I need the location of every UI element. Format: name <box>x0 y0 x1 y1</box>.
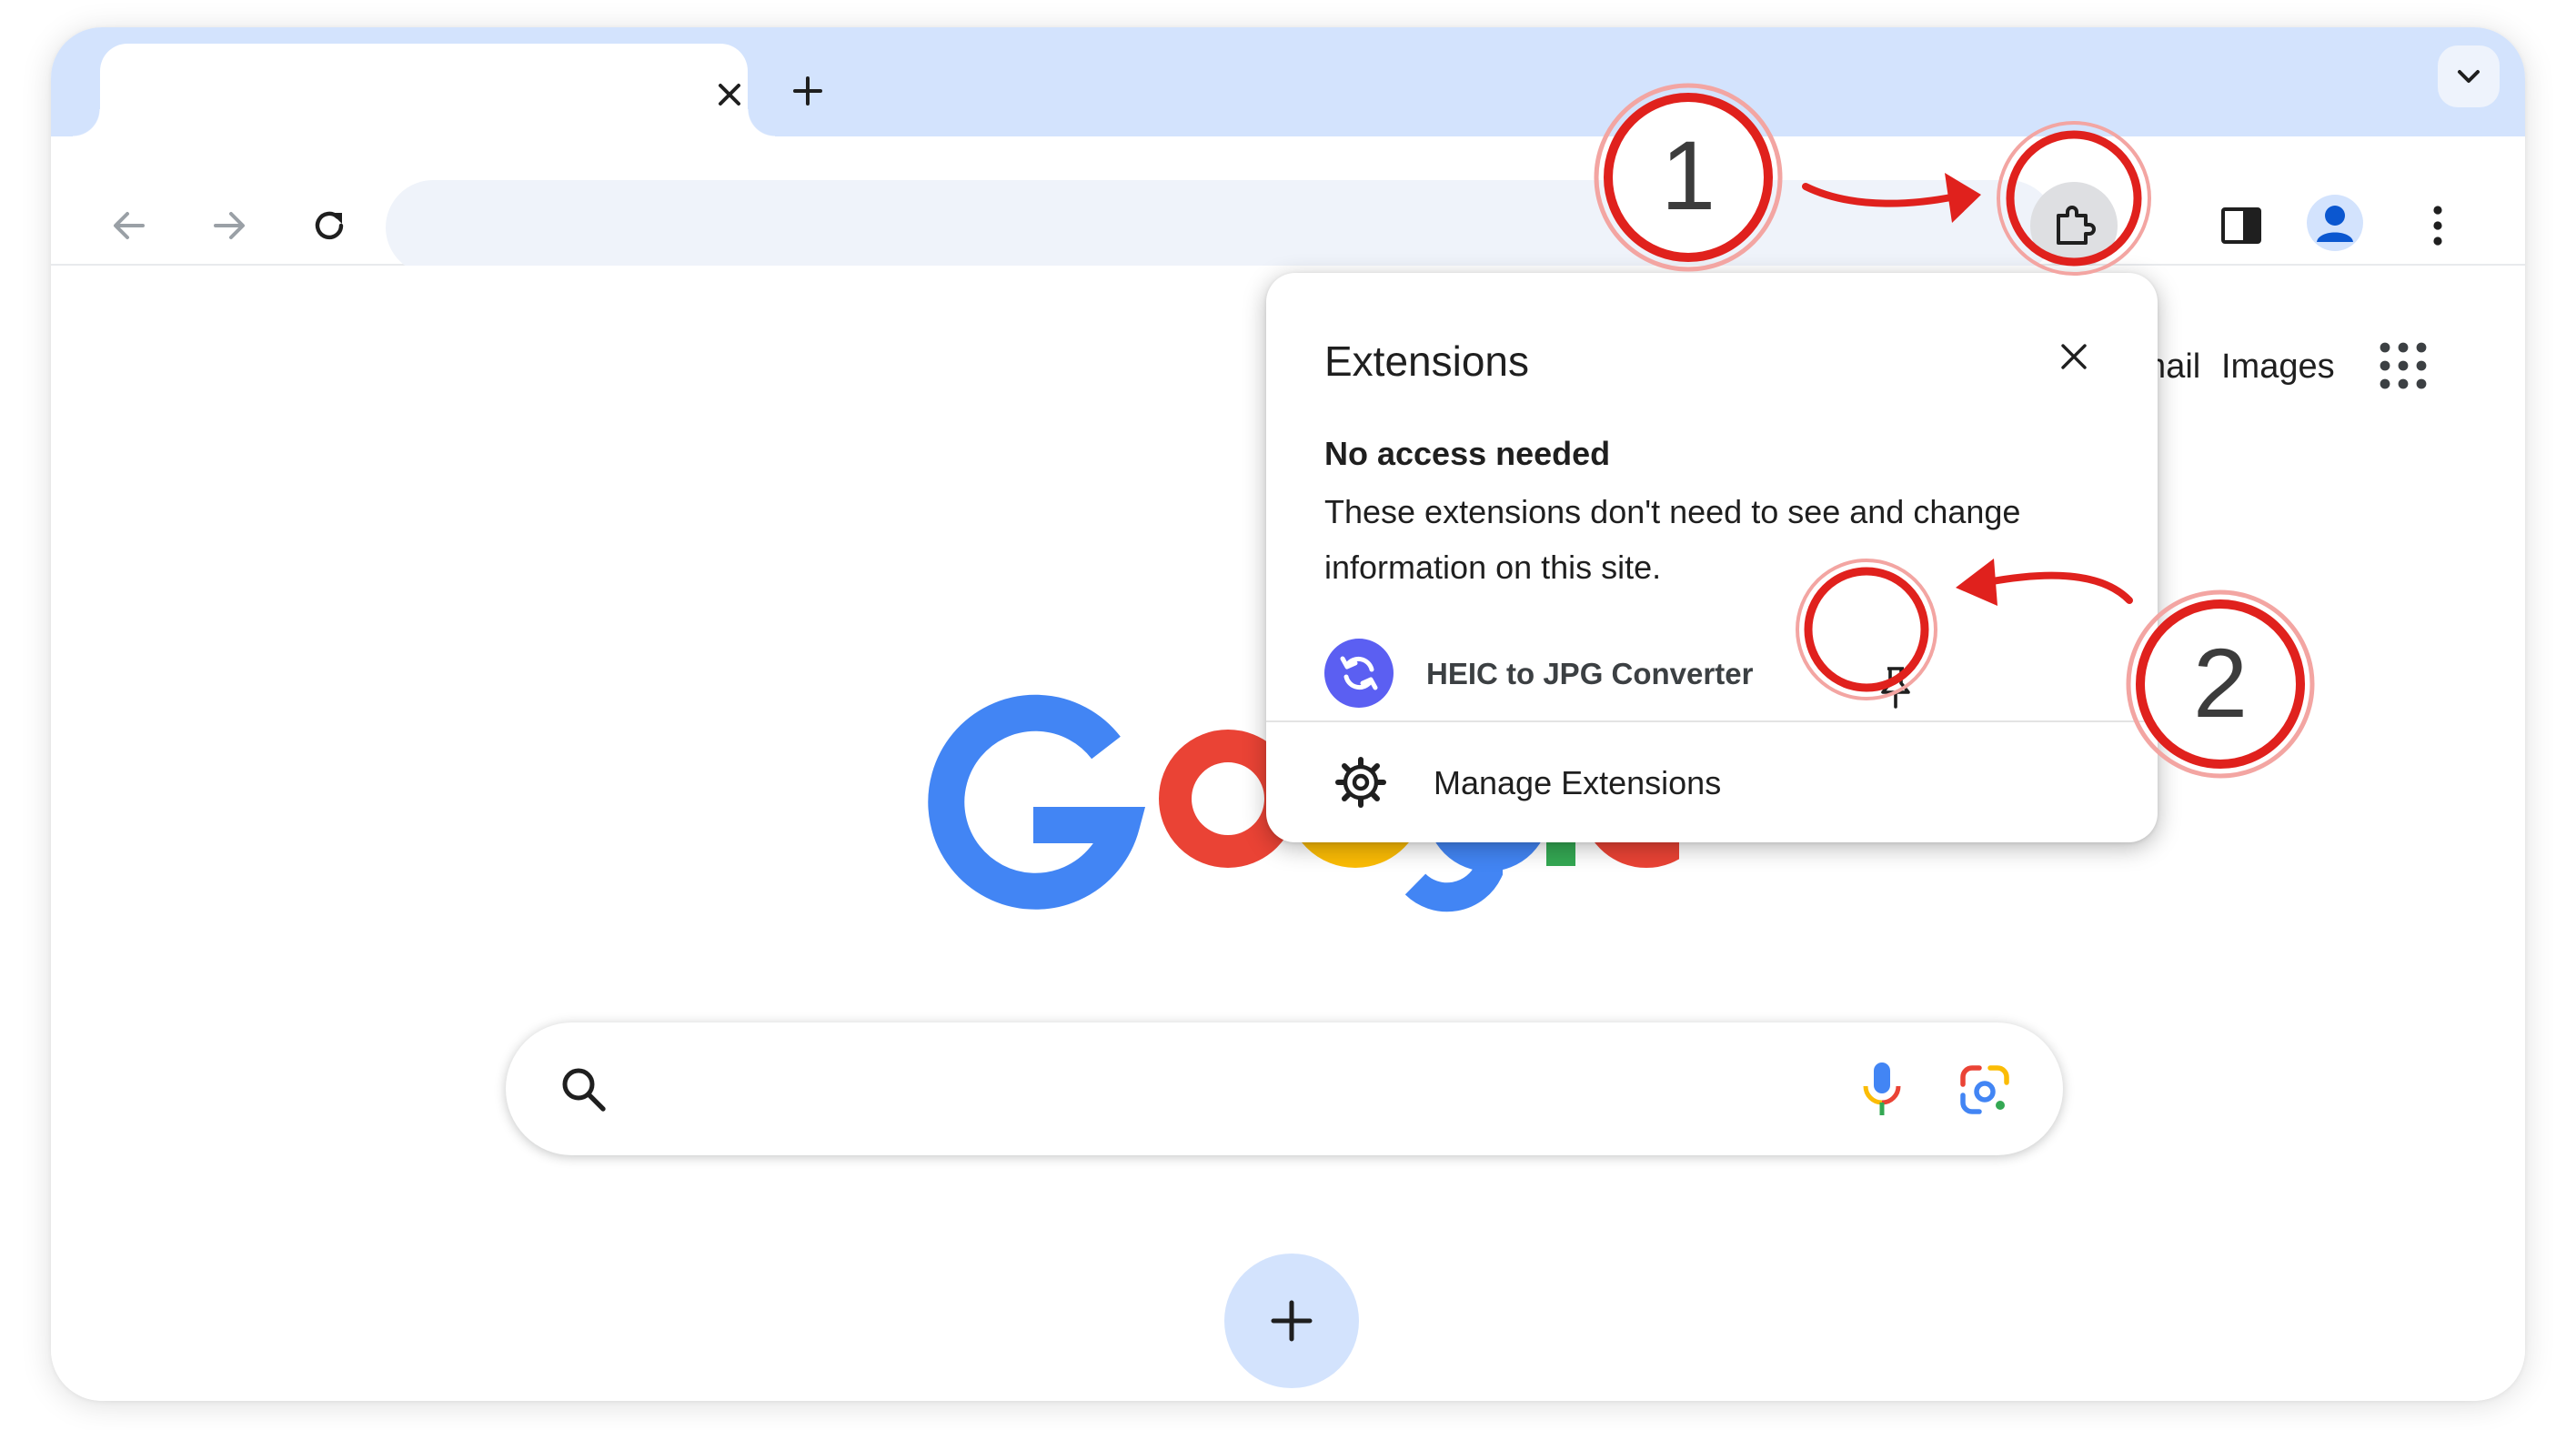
forward-arrow-icon <box>214 212 245 239</box>
close-icon <box>719 84 740 106</box>
extension-item[interactable]: HEIC to JPG Converter <box>1266 619 2158 739</box>
apps-grid-icon[interactable] <box>2380 342 2427 389</box>
plus-icon <box>793 76 822 106</box>
extensions-button[interactable] <box>2030 182 2118 269</box>
chevron-down-icon <box>2458 70 2480 83</box>
toolbar <box>51 136 2525 275</box>
extension-name: HEIC to JPG Converter <box>1426 657 1754 690</box>
pin-icon <box>1881 667 1910 709</box>
extensions-menu-title: Extensions <box>1324 337 1530 385</box>
gear-icon <box>1335 757 1386 808</box>
extension-logo <box>1324 639 1394 708</box>
extensions-menu: Extensions No access needed These extens… <box>1266 273 2158 842</box>
kebab-menu-icon <box>2433 206 2442 246</box>
browser-tab[interactable] <box>73 44 775 136</box>
reload-button[interactable] <box>295 191 364 260</box>
section-description: These extensions don't need to see and c… <box>1324 493 2021 586</box>
sync-icon <box>1340 656 1378 690</box>
profile-button[interactable] <box>2307 195 2363 251</box>
back-button[interactable] <box>95 191 164 260</box>
microphone-icon[interactable] <box>1861 1059 1903 1119</box>
extensions-menu-close-button[interactable] <box>2047 329 2101 384</box>
side-panel-button[interactable] <box>2207 191 2276 260</box>
manage-extensions-item[interactable]: Manage Extensions <box>1266 722 2158 842</box>
forward-button[interactable] <box>195 191 264 260</box>
add-shortcut-button[interactable] <box>1224 1254 1359 1388</box>
plus-icon <box>1271 1300 1313 1342</box>
browser-window: Gmail Images <box>51 27 2525 1401</box>
tab-strip <box>51 27 2525 136</box>
new-tab-button[interactable] <box>780 64 835 118</box>
close-icon <box>2061 344 2087 369</box>
side-panel-icon <box>2221 207 2261 244</box>
search-icon <box>562 1068 606 1112</box>
google-lens-icon[interactable] <box>1959 1064 2010 1115</box>
images-link[interactable]: Images <box>2221 347 2335 387</box>
chrome-menu-button[interactable] <box>2403 191 2472 260</box>
tab-search-button[interactable] <box>2438 45 2500 107</box>
manage-extensions-label: Manage Extensions <box>1434 764 1722 801</box>
puzzle-icon <box>2057 206 2096 245</box>
back-arrow-icon <box>114 212 145 239</box>
section-heading: No access needed <box>1324 435 1611 472</box>
reload-icon <box>315 211 344 240</box>
google-search-box[interactable] <box>506 1022 2063 1155</box>
address-bar[interactable] <box>386 180 2056 275</box>
tab-close-button[interactable] <box>711 76 748 113</box>
profile-icon <box>2317 206 2353 242</box>
